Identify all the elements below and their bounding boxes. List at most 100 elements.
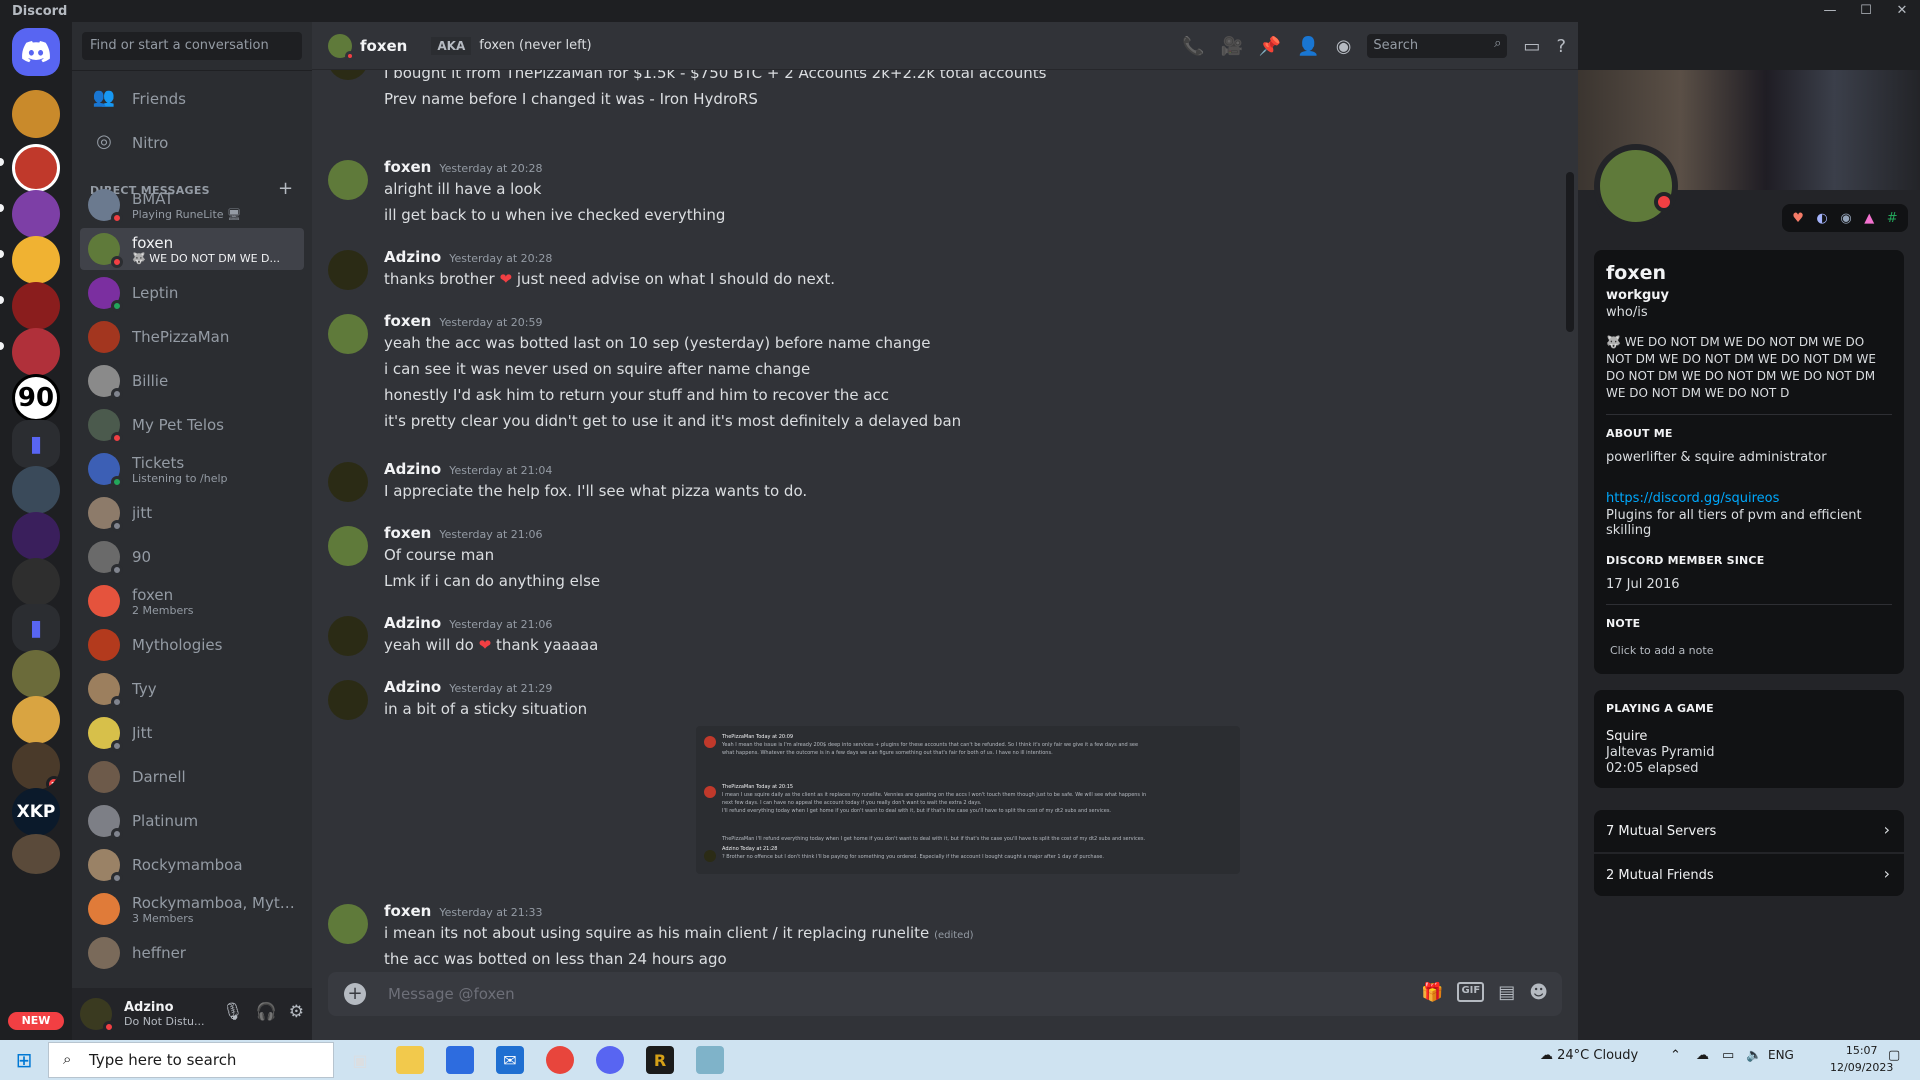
inbox-icon[interactable]: ▭ (1523, 36, 1540, 57)
header-search-input[interactable]: Search ⌕ (1367, 34, 1508, 58)
store-icon[interactable] (446, 1046, 474, 1074)
add-friend-icon[interactable]: 👤 (1297, 36, 1319, 57)
badge-icon[interactable]: ◐ (1816, 211, 1827, 226)
notifications-icon[interactable]: ▢ (1888, 1048, 1900, 1063)
emoji-icon[interactable]: ☻ (1529, 982, 1548, 1003)
dm-item[interactable]: Rockymamboa, Myth... 3 Members (80, 888, 304, 930)
dm-item[interactable]: heffner (80, 932, 304, 974)
sticker-icon[interactable]: ▤ (1498, 982, 1515, 1003)
onedrive-icon[interactable]: ☁ (1696, 1048, 1709, 1063)
weather-widget[interactable]: ☁ 24°C Cloudy (1540, 1048, 1638, 1063)
chat-recipient-name[interactable]: foxen (360, 37, 407, 55)
help-icon[interactable]: ? (1556, 36, 1566, 57)
dm-item[interactable]: Billie (80, 360, 304, 402)
headphones-icon[interactable]: 🎧 (256, 1002, 277, 1022)
dm-item[interactable]: BMAT Playing RuneLite 🖥 (80, 184, 304, 226)
mutual-servers-button[interactable]: 7 Mutual Servers › (1594, 810, 1904, 852)
message-composer[interactable]: + Message @foxen 🎁 GIF ▤ ☻ (328, 972, 1562, 1016)
dm-item[interactable]: Mythologies (80, 624, 304, 666)
mail-icon[interactable]: ✉ (496, 1046, 524, 1074)
message-avatar[interactable] (328, 250, 368, 290)
dm-item[interactable]: Leptin (80, 272, 304, 314)
message-avatar[interactable] (328, 70, 368, 80)
badge-icon[interactable]: # (1887, 211, 1898, 226)
server-icon-santa[interactable] (12, 328, 60, 376)
server-icon-bottom[interactable] (12, 834, 60, 874)
message-author[interactable]: foxen (384, 158, 431, 176)
dm-item[interactable]: jitt (80, 492, 304, 534)
attach-plus-icon[interactable]: + (344, 983, 366, 1005)
user-profile-icon[interactable]: ◉ (1336, 36, 1352, 57)
dm-item[interactable]: foxen 2 Members (80, 580, 304, 622)
dm-search-input[interactable]: Find or start a conversation (82, 32, 302, 60)
server-icon-helmet[interactable] (12, 558, 60, 606)
discord-taskbar-icon[interactable] (596, 1046, 624, 1074)
tray-chevron-icon[interactable]: ⌃ (1670, 1048, 1681, 1063)
server-icon-burger[interactable] (12, 90, 60, 138)
language-indicator[interactable]: ENG (1768, 1048, 1794, 1062)
dm-item[interactable]: Rockymamboa (80, 844, 304, 886)
message-avatar[interactable] (328, 616, 368, 656)
dm-item[interactable]: foxen 🐺 WE DO NOT DM WE D... (80, 228, 304, 270)
server-icon-90[interactable]: 90 (12, 374, 60, 422)
server-icon-king[interactable] (12, 650, 60, 698)
taskbar-clock[interactable]: 15:07 12/09/2023 (1830, 1042, 1893, 1076)
message-avatar[interactable] (328, 462, 368, 502)
server-icon-xkp[interactable]: XKP (12, 788, 60, 836)
message-author[interactable]: foxen (384, 312, 431, 330)
server-folder-icon[interactable]: ▮ (12, 420, 60, 468)
badge-icon[interactable]: ◉ (1840, 211, 1851, 226)
maximize-button[interactable]: ☐ (1848, 0, 1884, 22)
message-author[interactable]: Adzino (384, 460, 441, 478)
server-icon-emoji[interactable] (12, 236, 60, 284)
message-author[interactable]: Adzino (384, 614, 441, 632)
dm-item[interactable]: Tyy (80, 668, 304, 710)
server-icon-spartan[interactable] (12, 282, 60, 330)
scrollbar-thumb[interactable] (1566, 172, 1574, 332)
minimize-button[interactable]: — (1812, 0, 1848, 22)
badge-icon[interactable]: ♥ (1792, 211, 1804, 226)
user-avatar[interactable] (80, 998, 115, 1033)
server-icon-purple[interactable] (12, 190, 60, 238)
video-call-icon[interactable]: 🎥 (1220, 36, 1242, 57)
message-input[interactable]: Message @foxen (388, 985, 515, 1003)
dm-item[interactable]: Jitt (80, 712, 304, 754)
gift-icon[interactable]: 🎁 (1421, 982, 1443, 1003)
server-icon-character[interactable] (12, 466, 60, 514)
server-icon-duck[interactable] (12, 696, 60, 744)
file-explorer-icon[interactable] (396, 1046, 424, 1074)
message-author[interactable]: Adzino (384, 678, 441, 696)
chrome-icon[interactable] (546, 1046, 574, 1074)
profile-avatar[interactable] (1594, 144, 1678, 228)
message-author[interactable]: Adzino (384, 248, 441, 266)
dm-item[interactable]: 90 (80, 536, 304, 578)
server-icon-shield[interactable] (12, 512, 60, 560)
note-input[interactable]: Click to add a note (1606, 644, 1892, 657)
dm-item[interactable]: Tickets Listening to /help (80, 448, 304, 490)
message-author[interactable]: foxen (384, 902, 431, 920)
gif-button[interactable]: GIF (1457, 982, 1485, 1002)
mic-icon[interactable]: 🎙 (222, 1002, 244, 1022)
mutual-friends-button[interactable]: 2 Mutual Friends › (1594, 854, 1904, 896)
server-icon-circle[interactable] (12, 144, 60, 192)
friends-nav[interactable]: 👥 Friends (80, 78, 304, 120)
task-view-icon[interactable]: ▣ (346, 1046, 374, 1074)
dm-item[interactable]: My Pet Telos (80, 404, 304, 446)
message-avatar[interactable] (328, 160, 368, 200)
message-avatar[interactable] (328, 314, 368, 354)
dm-item[interactable]: Platinum (80, 800, 304, 842)
server-icon-warrior[interactable]: 1 (12, 742, 60, 790)
image-attachment[interactable]: ThePizzaMan Today at 20:09 Yeah I mean t… (696, 726, 1240, 874)
dm-item[interactable]: ThePizzaMan (80, 316, 304, 358)
app-icon[interactable] (696, 1046, 724, 1074)
taskbar-search-input[interactable]: ⌕ Type here to search (48, 1042, 334, 1078)
message-author[interactable]: foxen (384, 524, 431, 542)
nitro-nav[interactable]: ◎ Nitro (80, 122, 304, 164)
pinned-messages-icon[interactable]: 📌 (1259, 36, 1281, 57)
close-button[interactable]: ✕ (1884, 0, 1920, 22)
home-button[interactable] (12, 28, 60, 76)
windows-start-icon[interactable]: ⊞ (10, 1046, 38, 1074)
message-avatar[interactable] (328, 526, 368, 566)
badge-icon[interactable]: ▲ (1864, 211, 1874, 226)
network-icon[interactable]: ▭ (1722, 1048, 1734, 1063)
